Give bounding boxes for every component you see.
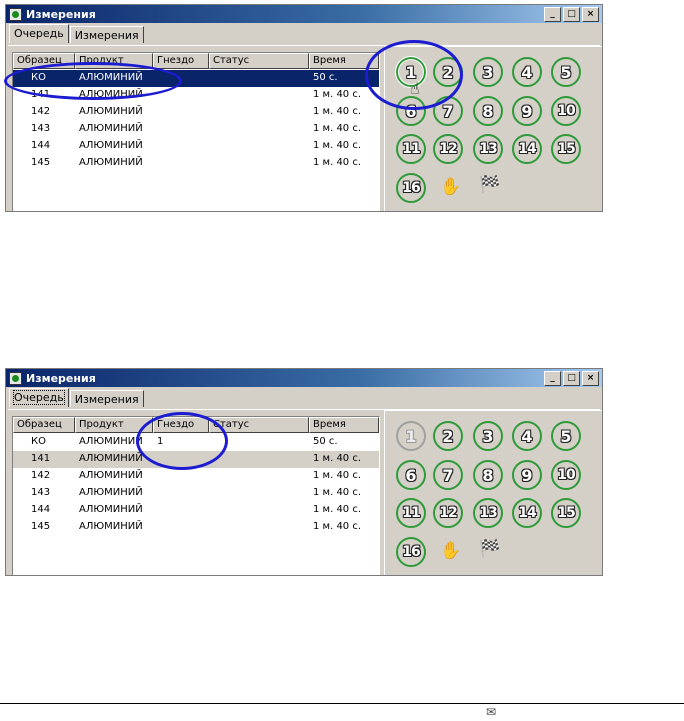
position-button-5[interactable]: 5 [551,421,581,451]
hand-icon[interactable]: ✋ [440,541,461,561]
position-button-7[interactable]: 7 [433,460,463,490]
table-row[interactable]: 144 АЛЮМИНИЙ 1 м. 40 с. [13,138,379,155]
column-header-status[interactable]: Статус [209,417,309,433]
position-button-8[interactable]: 8 [473,460,503,490]
column-header-sample[interactable]: Образец [13,417,75,433]
table-row[interactable]: 143 АЛЮМИНИЙ 1 м. 40 с. [13,121,379,138]
table-row[interactable]: 141 АЛЮМИНИЙ 1 м. 40 с. [13,87,379,104]
column-header-slot[interactable]: Гнездо [153,417,209,433]
table-row[interactable]: 144 АЛЮМИНИЙ 1 м. 40 с. [13,502,379,519]
table-row[interactable]: 145 АЛЮМИНИЙ 1 м. 40 с. [13,155,379,172]
position-button-15[interactable]: 15 [551,134,581,164]
table-row[interactable]: 143 АЛЮМИНИЙ 1 м. 40 с. [13,485,379,502]
footer-logo-icon: ✉ [486,705,497,719]
list-header: Образец Продукт Гнездо Статус Время [13,417,379,433]
close-button[interactable]: × [582,370,599,386]
position-button-14[interactable]: 14 [512,498,542,528]
table-row[interactable]: КО АЛЮМИНИЙ 1 50 с. [13,434,379,451]
maximize-button[interactable]: □ [563,370,580,386]
position-button-9[interactable]: 9 [512,96,542,126]
table-row[interactable]: 145 АЛЮМИНИЙ 1 м. 40 с. [13,519,379,536]
position-button-10[interactable]: 10 [551,460,581,490]
tab-queue[interactable]: Очередь [9,24,69,43]
position-button-11[interactable]: 11 [396,134,426,164]
window-title: Измерения [26,7,96,21]
measurements-window-before: Измерения _ □ × Очередь Измерения Образе… [5,4,603,212]
page-footer-line [0,703,684,704]
list-rows: КО АЛЮМИНИЙ 1 50 с. 141 АЛЮМИНИЙ 1 м. 40 с. 1… [13,434,379,536]
position-button-1[interactable]: 1 [396,421,426,451]
table-row[interactable]: 142 АЛЮМИНИЙ 1 м. 40 с. [13,104,379,121]
checkered-flag-icon[interactable]: 🏁 [479,175,500,195]
column-header-product[interactable]: Продукт [75,417,153,433]
list-rows: КО АЛЮМИНИЙ 50 с. 141 АЛЮМИНИЙ 1 м. 40 с. 14… [13,70,379,172]
position-button-13[interactable]: 13 [473,498,503,528]
window-title: Измерения [26,371,96,385]
maximize-button[interactable]: □ [563,6,580,22]
title-bar[interactable]: Измерения _ □ × [6,369,602,387]
position-buttons-panel: 1 2 3 4 5 6 7 8 9 10 11 12 13 14 15 16 ✋… [384,410,602,575]
position-button-2[interactable]: 2 [433,57,463,87]
app-icon [9,7,22,21]
position-button-3[interactable]: 3 [473,421,503,451]
minimize-button[interactable]: _ [544,6,561,22]
queue-list[interactable]: Образец Продукт Гнездо Статус Время КО АЛ… [12,416,380,575]
tab-bar: Очередь Измерения [6,23,602,43]
position-button-2[interactable]: 2 [433,421,463,451]
tab-measurements[interactable]: Измерения [69,26,144,43]
column-header-slot[interactable]: Гнездо [153,53,209,69]
position-button-9[interactable]: 9 [512,460,542,490]
position-button-8[interactable]: 8 [473,96,503,126]
tab-queue[interactable]: Очередь [9,388,69,407]
table-row[interactable]: 142 АЛЮМИНИЙ 1 м. 40 с. [13,468,379,485]
position-button-13[interactable]: 13 [473,134,503,164]
tab-bar: Очередь Измерения [6,387,602,407]
hand-cursor-icon: ☝ [410,79,420,98]
measurements-window-after: Измерения _ □ × Очередь Измерения Образе… [5,368,603,576]
position-button-12[interactable]: 12 [433,134,463,164]
position-button-3[interactable]: 3 [473,57,503,87]
app-icon [9,371,22,385]
position-button-10[interactable]: 10 [551,96,581,126]
title-bar[interactable]: Измерения _ □ × [6,5,602,23]
queue-list[interactable]: Образец Продукт Гнездо Статус Время КО АЛ… [12,52,380,211]
close-button[interactable]: × [582,6,599,22]
position-button-7[interactable]: 7 [433,96,463,126]
column-header-sample[interactable]: Образец [13,53,75,69]
hand-icon[interactable]: ✋ [440,177,461,197]
tab-measurements[interactable]: Измерения [69,390,144,407]
table-row[interactable]: 141 АЛЮМИНИЙ 1 м. 40 с. [13,451,379,468]
list-header: Образец Продукт Гнездо Статус Время [13,53,379,69]
position-button-5[interactable]: 5 [551,57,581,87]
column-header-status[interactable]: Статус [209,53,309,69]
position-button-4[interactable]: 4 [512,421,542,451]
column-header-time[interactable]: Время [309,417,379,433]
position-button-6[interactable]: 6 [396,460,426,490]
tab-content: Образец Продукт Гнездо Статус Время КО АЛ… [8,45,602,211]
position-button-16[interactable]: 16 [396,537,426,567]
position-button-4[interactable]: 4 [512,57,542,87]
position-buttons-panel: 1 2 3 4 5 6 7 8 9 10 11 12 13 14 15 16 ✋… [384,46,602,211]
minimize-button[interactable]: _ [544,370,561,386]
position-button-11[interactable]: 11 [396,498,426,528]
column-header-time[interactable]: Время [309,53,379,69]
checkered-flag-icon[interactable]: 🏁 [479,539,500,559]
position-button-6[interactable]: 6 [396,96,426,126]
position-button-12[interactable]: 12 [433,498,463,528]
position-button-16[interactable]: 16 [396,173,426,203]
table-row[interactable]: КО АЛЮМИНИЙ 50 с. [13,70,379,87]
position-button-15[interactable]: 15 [551,498,581,528]
column-header-product[interactable]: Продукт [75,53,153,69]
tab-content: Образец Продукт Гнездо Статус Время КО АЛ… [8,409,602,575]
position-button-14[interactable]: 14 [512,134,542,164]
